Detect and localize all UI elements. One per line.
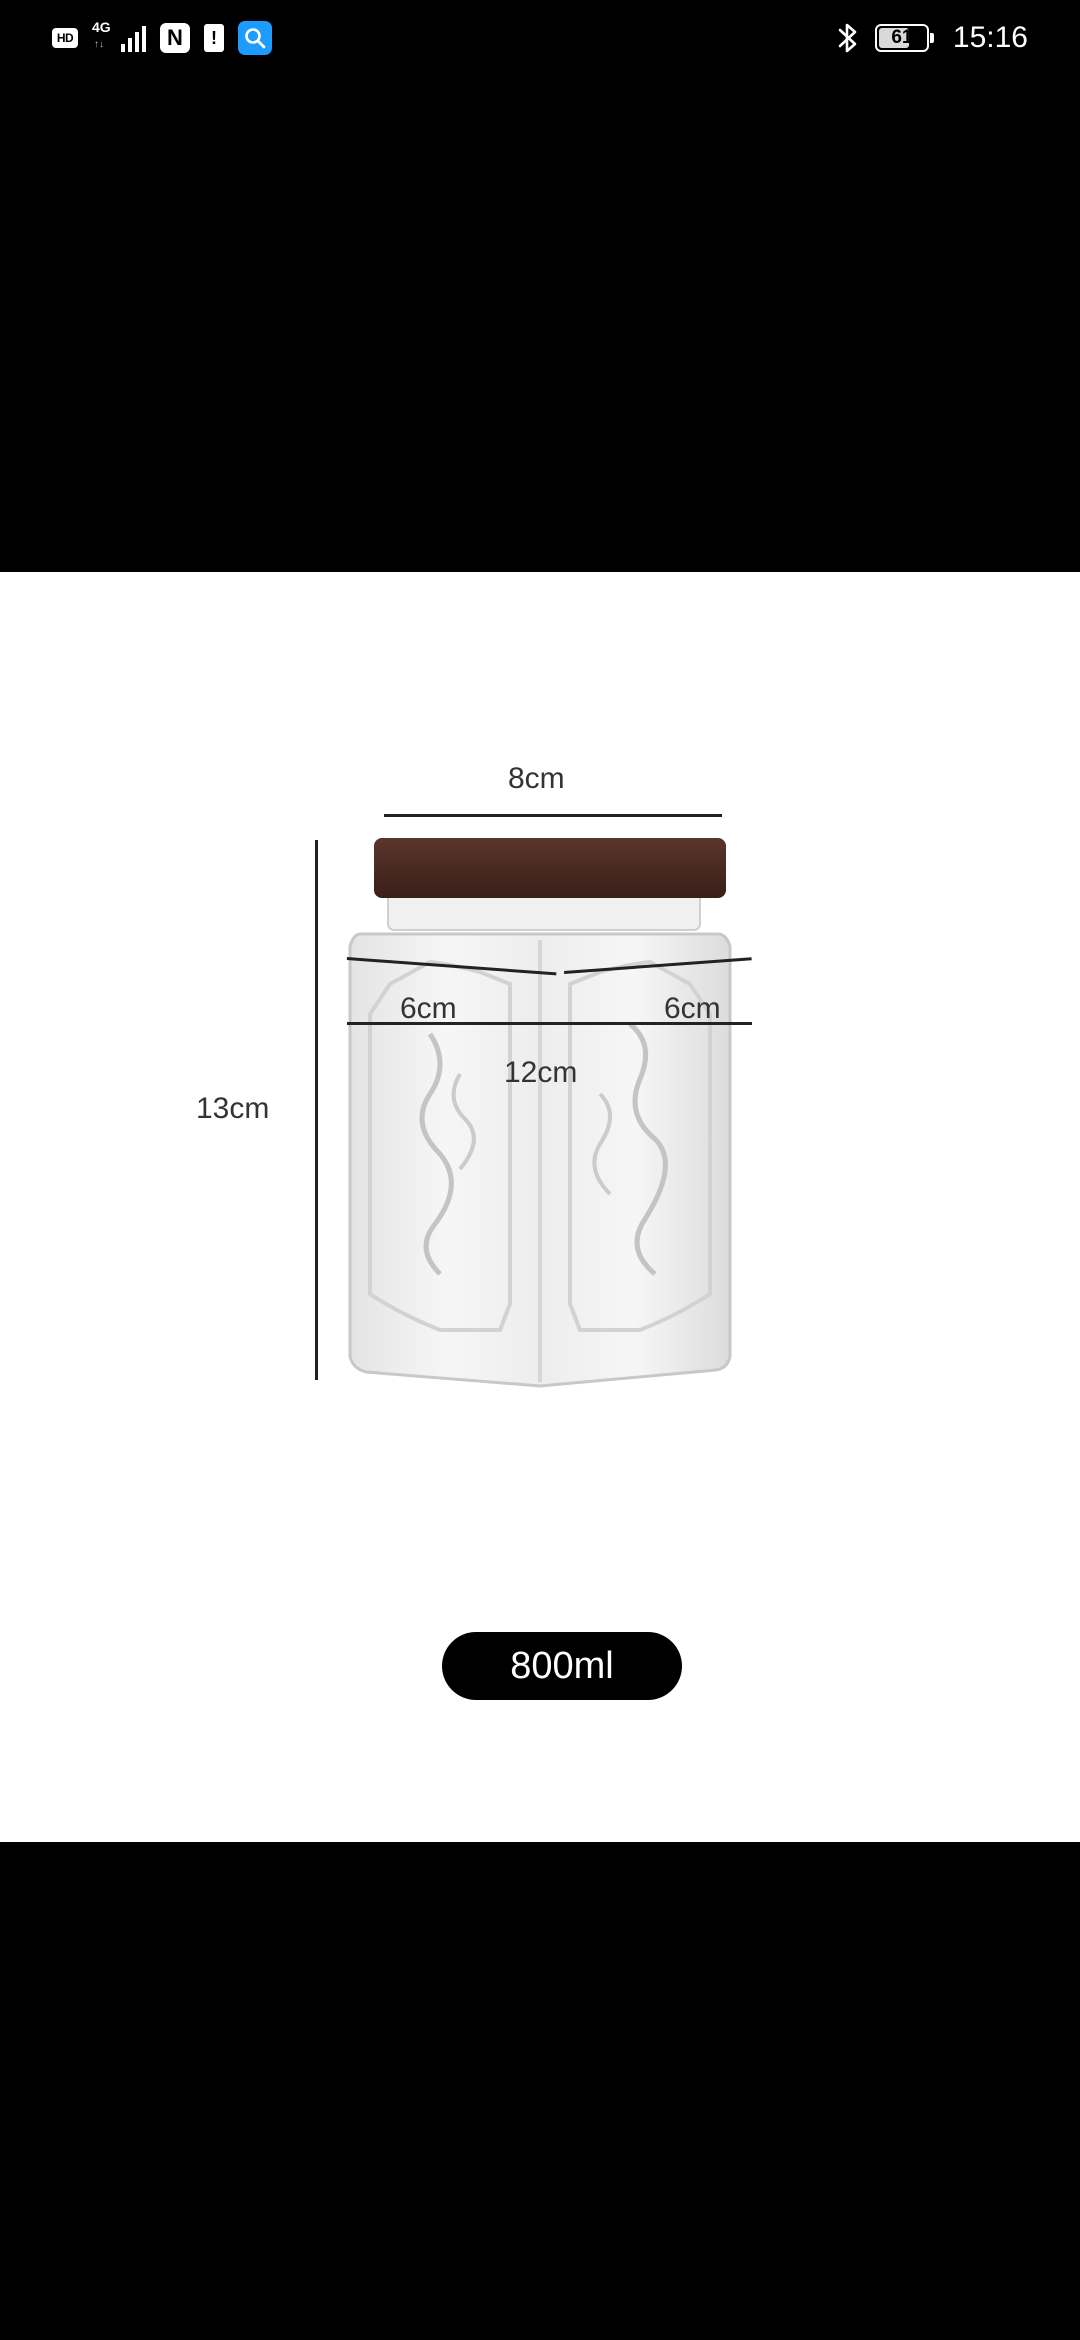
status-bar: HD 4G ↑↓ N ! 61 15:16 bbox=[0, 0, 1080, 76]
search-app-icon[interactable] bbox=[238, 21, 272, 55]
status-left-icons: HD 4G ↑↓ N ! bbox=[52, 18, 272, 58]
bluetooth-icon bbox=[837, 21, 859, 55]
network-type-label: 4G bbox=[92, 19, 111, 35]
data-activity-icon: ↑↓ bbox=[94, 39, 104, 50]
side-right-label: 6cm bbox=[664, 992, 721, 1025]
screen: HD 4G ↑↓ N ! 61 15:16 8cm 13cm 6cm 6cm 1… bbox=[0, 0, 1080, 2340]
total-width-line bbox=[347, 1022, 752, 1025]
network-signal: 4G ↑↓ bbox=[92, 20, 146, 56]
battery-level: 61 bbox=[891, 27, 913, 48]
capacity-badge: 800ml bbox=[442, 1632, 682, 1700]
status-right-icons: 61 15:16 bbox=[837, 18, 1028, 58]
battery-icon: 61 bbox=[874, 24, 934, 52]
status-time: 15:16 bbox=[952, 21, 1028, 54]
height-label: 13cm bbox=[196, 1092, 270, 1125]
signal-bars-icon bbox=[121, 26, 146, 52]
nfc-icon: N bbox=[160, 23, 190, 53]
sim-alert-icon: ! bbox=[204, 24, 224, 52]
total-width-label: 12cm bbox=[504, 1056, 578, 1089]
side-left-label: 6cm bbox=[400, 992, 457, 1025]
height-line bbox=[315, 840, 318, 1380]
top-width-line bbox=[384, 814, 722, 817]
hd-icon: HD bbox=[52, 28, 78, 48]
product-image[interactable]: 8cm 13cm 6cm 6cm 12cm 800ml bbox=[0, 572, 1080, 1842]
top-width-label: 8cm bbox=[508, 762, 565, 795]
glass-jar-image bbox=[348, 838, 732, 1388]
